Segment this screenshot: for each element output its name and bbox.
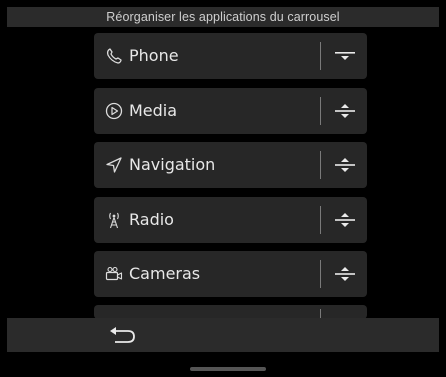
camera-icon — [104, 264, 124, 284]
list-item-navigation[interactable]: Navigation — [94, 142, 367, 188]
divider — [320, 260, 321, 288]
list-item-label: Phone — [129, 46, 179, 65]
navigation-arrow-icon — [104, 155, 124, 175]
divider — [320, 42, 321, 70]
reorder-handle[interactable] — [327, 88, 363, 134]
divider — [320, 97, 321, 125]
list-item-phone[interactable]: Phone — [94, 33, 367, 79]
divider — [320, 309, 321, 318]
list-item-radio[interactable]: Radio — [94, 197, 367, 243]
list-item-label: Navigation — [129, 155, 216, 174]
radio-tower-icon — [104, 210, 124, 230]
divider — [320, 151, 321, 179]
reorder-handle[interactable] — [327, 142, 363, 188]
bottom-bar — [7, 318, 439, 352]
list-item-label: Media — [129, 101, 178, 120]
play-circle-icon — [104, 101, 124, 121]
list-item-label: Radio — [129, 210, 174, 229]
back-arrow-icon[interactable] — [105, 320, 139, 350]
list-item-label: Cameras — [129, 264, 201, 283]
app-list: Phone Media Navigation Radio Cameras — [0, 0, 446, 318]
reorder-handle[interactable] — [327, 251, 363, 297]
reorder-handle[interactable] — [327, 197, 363, 243]
phone-icon — [104, 46, 124, 66]
list-item-partial[interactable] — [94, 305, 367, 318]
list-item-cameras[interactable]: Cameras — [94, 251, 367, 297]
home-indicator[interactable] — [190, 367, 266, 371]
divider — [320, 206, 321, 234]
list-item-media[interactable]: Media — [94, 88, 367, 134]
move-down-handle[interactable] — [327, 33, 363, 79]
